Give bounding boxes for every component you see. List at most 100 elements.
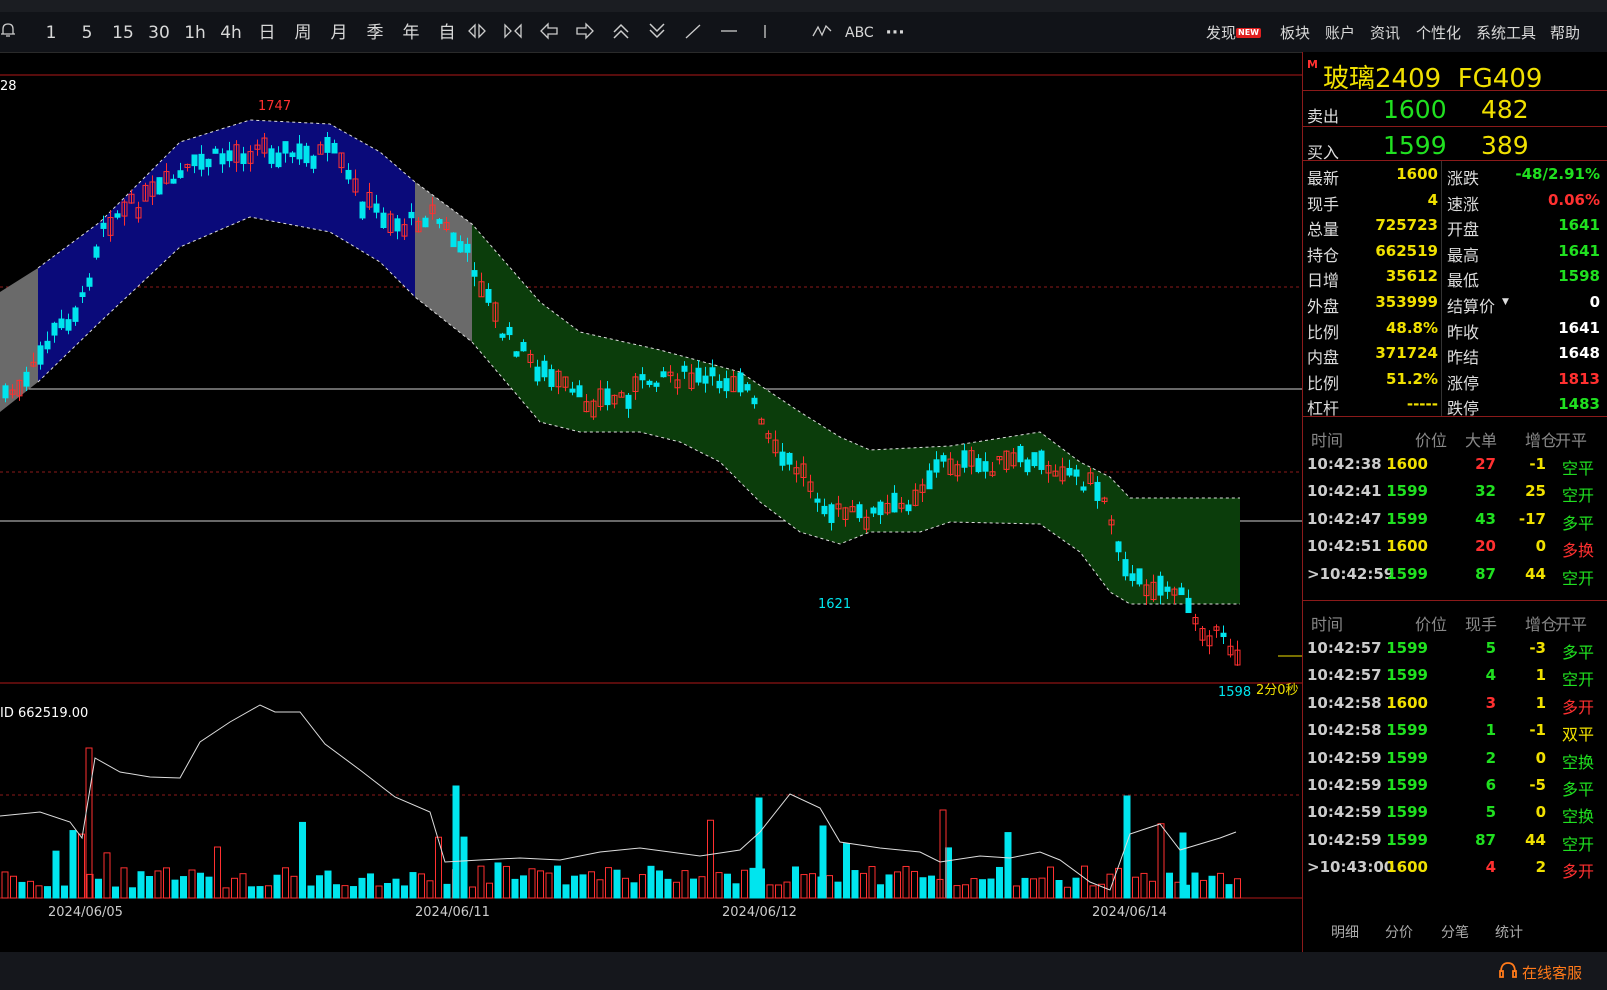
period-button[interactable]: 1: [36, 22, 66, 44]
quote-panel: M 玻璃2409 FG409 卖出 1600 482 买入 1599 389 最…: [1302, 52, 1607, 952]
vertical-line-tool-icon[interactable]: [754, 22, 776, 44]
volume-bar: [732, 883, 740, 899]
quote-value: 371724: [1375, 344, 1438, 363]
more-tools-button[interactable]: ···: [884, 22, 906, 44]
volume-bar: [69, 830, 77, 899]
volume-bar: [724, 873, 731, 899]
expand-horizontal-icon[interactable]: [466, 22, 488, 44]
volume-bar: [970, 878, 978, 899]
quote-row: 外盘 353999 结算价 0: [1303, 293, 1607, 319]
volume-bar: [1191, 872, 1199, 899]
volume-bar: [826, 875, 833, 899]
volume-bar: [911, 870, 918, 899]
volume-bar: [137, 871, 145, 899]
big-order-row: 10:42:47 1599 43 -17 多平: [1303, 508, 1607, 534]
horizontal-line-tool-icon[interactable]: [718, 22, 740, 44]
time-cell: 10:42:47: [1307, 509, 1382, 528]
volume-bar: [766, 884, 774, 899]
volume-cell: 1: [1485, 721, 1496, 740]
period-button[interactable]: 30: [144, 22, 174, 44]
zoom-in-icon[interactable]: [610, 22, 632, 44]
period-button[interactable]: 月: [324, 22, 354, 44]
tick-row: >10:43:00 1600 4 2 多开: [1303, 856, 1607, 882]
arrow-right-icon[interactable]: [574, 22, 596, 44]
panel-tab[interactable]: 分价: [1385, 922, 1413, 942]
chevron-down-icon[interactable]: ▼: [1502, 297, 1509, 307]
line-tool-icon[interactable]: [682, 22, 704, 44]
volume-bar: [1072, 877, 1080, 899]
panel-tab[interactable]: 明细: [1331, 922, 1359, 942]
period-button[interactable]: 日: [252, 22, 282, 44]
open-close-cell: 多平: [1561, 643, 1594, 662]
volume-bar: [630, 882, 638, 899]
volume-bar: [962, 884, 969, 899]
tick-row: 10:42:58 1599 1 -1 双平: [1303, 719, 1607, 745]
volume-bar: [673, 881, 680, 899]
menu-item[interactable]: 帮助: [1550, 22, 1580, 44]
candle: [1206, 630, 1213, 655]
volume-bar: [698, 876, 706, 899]
bell-icon[interactable]: [0, 22, 16, 44]
buy-row[interactable]: 买入 1599 389: [1303, 126, 1607, 163]
kline-chart[interactable]: 28 1747 1621 1598 2分0秒 ID 662519.00 2024…: [0, 52, 1302, 952]
panel-tab[interactable]: 统计: [1495, 922, 1523, 942]
volume-bar: [554, 865, 561, 899]
volume-bar: [783, 881, 791, 899]
volume-bar: [384, 882, 391, 899]
volume-bar: [953, 885, 961, 899]
volume-bar: [996, 866, 1003, 899]
quote-value: 1648: [1558, 344, 1600, 363]
headset-icon[interactable]: [1498, 960, 1518, 984]
last-price-label: 1598: [1218, 685, 1251, 700]
menu-item[interactable]: 账户: [1325, 22, 1355, 44]
price-cell: 1599: [1386, 482, 1428, 501]
volume-bar: [452, 785, 460, 899]
quote-value: 0: [1589, 293, 1600, 311]
volume-bar: [639, 874, 646, 899]
zoom-out-icon[interactable]: [646, 22, 668, 44]
compress-horizontal-icon[interactable]: [502, 22, 524, 44]
volume-bar: [868, 866, 876, 899]
volume-bar: [95, 878, 102, 899]
volume-bar: [1047, 866, 1054, 899]
period-button[interactable]: 1h: [180, 22, 210, 44]
period-button[interactable]: 15: [108, 22, 138, 44]
menu-item[interactable]: 发现: [1206, 22, 1236, 44]
menu-item[interactable]: 个性化: [1416, 22, 1461, 44]
open-close-cell: 空开: [1561, 670, 1594, 690]
volume-bar: [469, 886, 476, 899]
period-button[interactable]: 季: [360, 22, 390, 44]
volume-bar: [443, 883, 451, 899]
quote-value: 1641: [1558, 241, 1600, 260]
price-cell: 1599: [1386, 639, 1428, 657]
quote-label: 内盘: [1307, 348, 1340, 368]
volume-bar: [273, 874, 281, 899]
menu-item[interactable]: 资讯: [1370, 22, 1400, 44]
volume-bar: [1004, 832, 1012, 899]
quote-value: 1641: [1558, 216, 1600, 235]
period-button[interactable]: 4h: [216, 22, 246, 44]
menu-item[interactable]: 板块: [1280, 22, 1310, 44]
panel-tab[interactable]: 分笔: [1441, 922, 1469, 942]
price-cell: 1599: [1386, 721, 1428, 740]
period-button[interactable]: 年: [396, 22, 426, 44]
volume-bar: [341, 885, 349, 899]
volume-cell: 4: [1485, 858, 1496, 877]
polyline-tool-icon[interactable]: [810, 22, 834, 44]
arrow-left-icon[interactable]: [538, 22, 560, 44]
open-close-cell: 多平: [1561, 780, 1594, 799]
volume-bar: [418, 873, 425, 899]
period-button[interactable]: 自: [432, 22, 462, 44]
online-service-link[interactable]: 在线客服: [1522, 962, 1582, 983]
text-tool-button[interactable]: ABC: [845, 22, 874, 44]
volume-bar: [715, 872, 723, 899]
volume-bar: [78, 833, 85, 899]
sell-row[interactable]: 卖出 1600 482: [1303, 90, 1607, 127]
period-button[interactable]: 5: [72, 22, 102, 44]
menu-item[interactable]: 系统工具: [1476, 22, 1536, 44]
candle: [1213, 624, 1220, 638]
volume-bar: [613, 869, 621, 899]
quote-value: 48.8%: [1385, 318, 1438, 337]
period-button[interactable]: 周: [288, 22, 318, 44]
volume-bar: [316, 875, 323, 899]
